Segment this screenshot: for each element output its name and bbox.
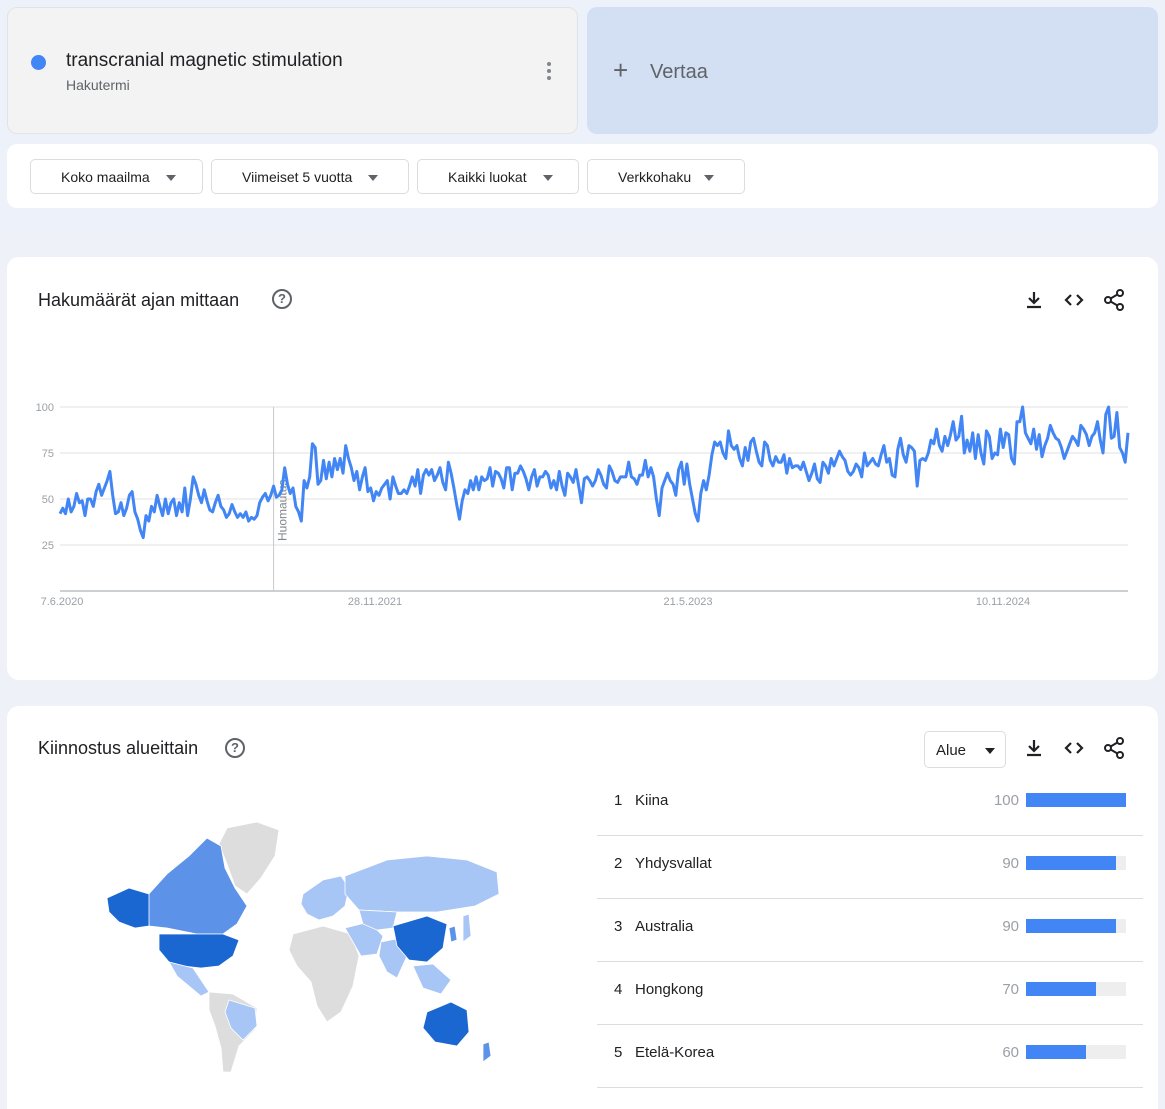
region-name: Hongkong bbox=[635, 981, 704, 998]
region-bar-fill bbox=[1026, 793, 1126, 807]
region-name: Australia bbox=[635, 918, 694, 935]
region-bar-fill bbox=[1026, 1045, 1086, 1059]
map-region-alaska bbox=[106, 887, 150, 929]
map-region-new-zealand bbox=[482, 1041, 492, 1063]
region-row[interactable]: 2 Yhdysvallat 90 bbox=[597, 836, 1143, 899]
region-value: 60 bbox=[1002, 1044, 1019, 1061]
world-map[interactable] bbox=[97, 816, 517, 1076]
caret-down-icon bbox=[166, 175, 176, 181]
x-tick-label: 21.5.2023 bbox=[664, 596, 713, 608]
y-tick-label: 25 bbox=[42, 540, 54, 552]
compare-label: Vertaa bbox=[650, 61, 708, 83]
region-value: 100 bbox=[993, 792, 1019, 809]
filter-time-range-label: Viimeiset 5 vuotta bbox=[242, 169, 353, 185]
download-icon[interactable] bbox=[1022, 736, 1046, 760]
region-resolution-label: Alue bbox=[936, 742, 967, 759]
region-bar-fill bbox=[1026, 982, 1096, 996]
filter-location[interactable]: Koko maailma bbox=[30, 159, 203, 194]
filter-bar: Koko maailma Viimeiset 5 vuotta Kaikki l… bbox=[7, 144, 1158, 208]
filter-category[interactable]: Kaikki luokat bbox=[417, 159, 579, 194]
region-value: 90 bbox=[1002, 918, 1019, 935]
region-rank: 4 bbox=[614, 981, 623, 998]
x-tick-label: 7.6.2020 bbox=[41, 596, 84, 608]
y-tick-label: 50 bbox=[42, 494, 54, 506]
interest-over-time-chart: 100755025Huomautus7.6.2020 28.11.2021 21.5… bbox=[36, 402, 1130, 608]
map-region-australia bbox=[422, 1001, 470, 1047]
interest-by-region-title: Kiinnostus alueittain bbox=[38, 738, 199, 758]
region-row[interactable]: 1 Kiina 100 bbox=[597, 773, 1143, 836]
region-bar-track bbox=[1026, 856, 1126, 870]
region-value: 90 bbox=[1002, 855, 1019, 872]
region-rank: 5 bbox=[614, 1044, 623, 1061]
region-rank: 1 bbox=[614, 792, 623, 809]
plus-icon: + bbox=[613, 55, 629, 85]
more-vert-icon[interactable] bbox=[544, 62, 554, 82]
filter-time-range[interactable]: Viimeiset 5 vuotta bbox=[211, 159, 409, 194]
caret-down-icon bbox=[985, 748, 995, 754]
region-bar-track bbox=[1026, 919, 1126, 933]
map-region-korea bbox=[448, 925, 458, 943]
compare-card[interactable]: + Vertaa bbox=[587, 7, 1158, 134]
y-tick-label: 75 bbox=[42, 448, 54, 460]
search-term-name: transcranial magnetic stimulation bbox=[66, 50, 343, 71]
map-region-europe bbox=[300, 875, 350, 921]
x-tick-label: 10.11.2024 bbox=[976, 596, 1030, 608]
caret-down-icon bbox=[704, 175, 714, 181]
help-icon[interactable]: ? bbox=[225, 738, 245, 758]
filter-location-label: Koko maailma bbox=[61, 169, 150, 185]
region-bar-track bbox=[1026, 1045, 1126, 1059]
search-term-card[interactable]: transcranial magnetic stimulation Hakute… bbox=[7, 7, 578, 134]
region-name: Etelä-Korea bbox=[635, 1044, 715, 1061]
caret-down-icon bbox=[368, 175, 378, 181]
region-row[interactable]: 3 Australia 90 bbox=[597, 899, 1143, 962]
region-rank: 2 bbox=[614, 855, 623, 872]
series-line bbox=[58, 405, 1130, 540]
filter-search-type-label: Verkkohaku bbox=[618, 169, 692, 185]
filter-category-label: Kaikki luokat bbox=[448, 169, 527, 185]
search-term-type: Hakutermi bbox=[66, 77, 130, 93]
caret-down-icon bbox=[543, 175, 553, 181]
region-row[interactable]: 5 Etelä-Korea 60 bbox=[597, 1025, 1143, 1088]
region-rank: 3 bbox=[614, 918, 623, 935]
interest-by-region-card: Kiinnostus alueittain ? Alue 1 Kiina 100… bbox=[7, 706, 1158, 1109]
map-region-africa bbox=[288, 925, 360, 1023]
filter-search-type[interactable]: Verkkohaku bbox=[587, 159, 745, 194]
series-color-dot bbox=[31, 55, 46, 70]
region-value: 70 bbox=[1002, 981, 1019, 998]
map-region-russia bbox=[344, 855, 500, 913]
share-icon[interactable] bbox=[1102, 736, 1126, 760]
region-name: Yhdysvallat bbox=[635, 855, 712, 872]
region-bar-track bbox=[1026, 793, 1126, 807]
x-tick-label: 28.11.2021 bbox=[348, 596, 402, 608]
map-region-japan bbox=[462, 913, 472, 943]
region-bar-fill bbox=[1026, 919, 1116, 933]
y-tick-label: 100 bbox=[36, 402, 54, 414]
region-name: Kiina bbox=[635, 792, 669, 809]
interest-over-time-card: Hakumäärät ajan mittaan ? 100 75 50 25 Huoma… bbox=[7, 257, 1158, 680]
region-resolution-select[interactable]: Alue bbox=[924, 731, 1006, 768]
region-bar-track bbox=[1026, 982, 1126, 996]
region-row[interactable]: 4 Hongkong 70 bbox=[597, 962, 1143, 1025]
embed-code-icon[interactable] bbox=[1062, 736, 1086, 760]
region-bar-fill bbox=[1026, 856, 1116, 870]
map-region-southeast-asia bbox=[412, 963, 452, 995]
